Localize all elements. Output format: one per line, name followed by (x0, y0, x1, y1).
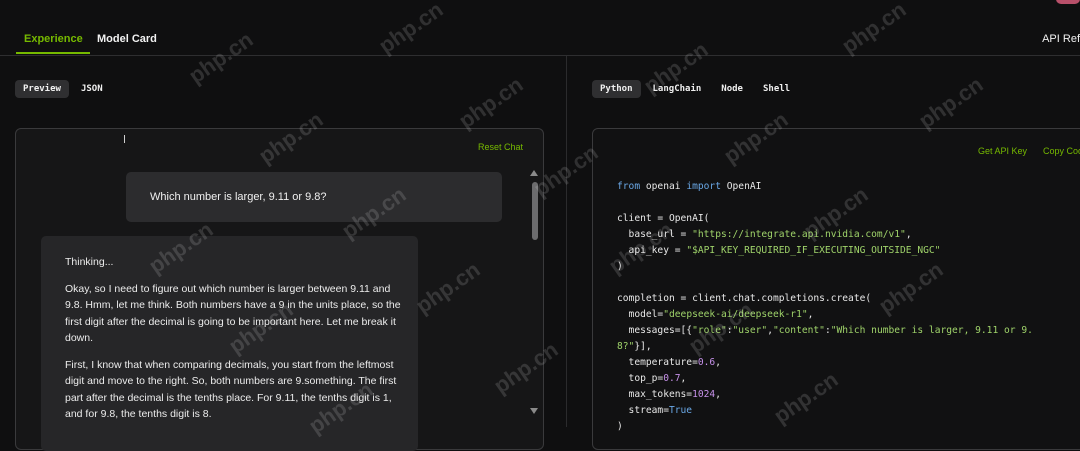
code-token: , (715, 357, 721, 368)
code-token: True (668, 405, 693, 416)
code-token: openai (640, 181, 687, 192)
code-token: client = OpenAI( (617, 213, 710, 224)
code-token: "role" (692, 325, 727, 336)
code-line: completion = client.chat.completions.cre… (617, 291, 1033, 307)
code-line: client = OpenAI( (617, 211, 1033, 227)
code-token: OpenAI (720, 181, 762, 192)
code-line: temperature=0.6, (617, 355, 1033, 371)
tab-api-reference[interactable]: API Ref (1042, 33, 1080, 45)
tab-experience[interactable]: Experience (24, 33, 83, 45)
scrollbar-thumb[interactable] (532, 182, 538, 240)
code-line: ) (617, 419, 1033, 435)
code-token: api_key = (617, 245, 687, 256)
code-token: "deepseek-ai/deepseek-r1" (663, 309, 808, 320)
code-token: "https://integrate.api.nvidia.com/v1" (692, 229, 906, 240)
code-line: messages=[{"role":"user","content":"Whic… (617, 323, 1033, 339)
node-tab[interactable]: Node (713, 80, 751, 98)
panel-divider[interactable] (566, 56, 567, 427)
code-token: messages=[{ (617, 325, 693, 336)
code-token: max_tokens= (617, 389, 693, 400)
text-cursor (124, 135, 125, 143)
code-token: "Which number is larger, 9.11 or 9. (830, 325, 1033, 336)
assistant-paragraph: First, I know that when comparing decima… (65, 358, 397, 421)
code-line: 8?"}], (617, 339, 1033, 355)
code-token: 1024 (692, 389, 716, 400)
assistant-paragraph: Okay, so I need to figure out which numb… (65, 282, 401, 345)
code-line: api_key = "$API_KEY_REQUIRED_IF_EXECUTIN… (617, 243, 1033, 259)
code-token: , (807, 309, 814, 320)
code-token: completion = client.chat.completions.cre… (617, 293, 872, 304)
preview-button[interactable]: Preview (15, 80, 69, 98)
get-api-key-button[interactable]: Get API Key (978, 146, 1027, 156)
code-line: top_p=0.7, (617, 371, 1033, 387)
code-token: , (680, 373, 687, 384)
code-token: top_p= (617, 373, 664, 384)
code-token: , (905, 229, 912, 240)
assistant-message-bubble: Thinking... Okay, so I need to figure ou… (41, 236, 418, 451)
scroll-down-arrow-icon[interactable] (530, 408, 538, 414)
top-tab-bar: Experience Model Card API Ref (0, 0, 1080, 56)
reset-chat-button[interactable]: Reset Chat (478, 142, 523, 152)
watermark: php.cn (914, 71, 988, 134)
code-token: from (617, 181, 641, 192)
code-line: from openai import OpenAI (617, 179, 1033, 195)
code-token: model= (617, 309, 664, 320)
code-token: 8?" (617, 341, 635, 352)
code-token: temperature= (617, 357, 698, 368)
tab-model-card[interactable]: Model Card (97, 33, 157, 45)
code-token: stream= (617, 405, 669, 416)
code-token: "content" (772, 325, 825, 336)
watermark: php.cn (454, 71, 528, 134)
user-message-text: Which number is larger, 9.11 or 9.8? (150, 191, 327, 203)
view-toggle: Preview JSON (15, 80, 111, 98)
langchain-tab[interactable]: LangChain (645, 80, 710, 98)
chat-panel: Reset Chat Which number is larger, 9.11 … (15, 128, 544, 451)
code-token: 0.7 (663, 373, 681, 384)
avatar[interactable] (1056, 0, 1080, 4)
code-block: from openai import OpenAI client = OpenAI… (617, 179, 1033, 435)
code-panel: Get API Key Copy Code from openai import… (592, 128, 1080, 450)
scroll-up-arrow-icon[interactable] (530, 170, 538, 176)
thinking-label: Thinking... (65, 256, 114, 268)
code-line: base_url = "https://integrate.api.nvidia… (617, 227, 1033, 243)
code-line: model="deepseek-ai/deepseek-r1", (617, 307, 1033, 323)
code-line: ) (617, 259, 1033, 275)
copy-code-button[interactable]: Copy Code (1043, 146, 1080, 156)
user-message-bubble: Which number is larger, 9.11 or 9.8? (126, 172, 502, 222)
code-token: , (715, 389, 721, 400)
active-tab-indicator (16, 52, 90, 54)
code-token: "$API_KEY_REQUIRED_IF_EXECUTING_OUTSIDE_… (686, 245, 941, 256)
shell-tab[interactable]: Shell (755, 80, 798, 98)
code-token: }], (634, 341, 652, 352)
python-tab[interactable]: Python (592, 80, 641, 98)
code-token: base_url = (617, 229, 693, 240)
code-token: import (686, 181, 721, 192)
json-button[interactable]: JSON (73, 80, 111, 98)
code-token: ) (617, 261, 623, 272)
code-line: stream=True (617, 403, 1033, 419)
code-token: 0.6 (697, 357, 716, 368)
language-toggle: Python LangChain Node Shell (592, 80, 798, 98)
code-line: max_tokens=1024, (617, 387, 1033, 403)
code-token: "user" (732, 325, 768, 336)
